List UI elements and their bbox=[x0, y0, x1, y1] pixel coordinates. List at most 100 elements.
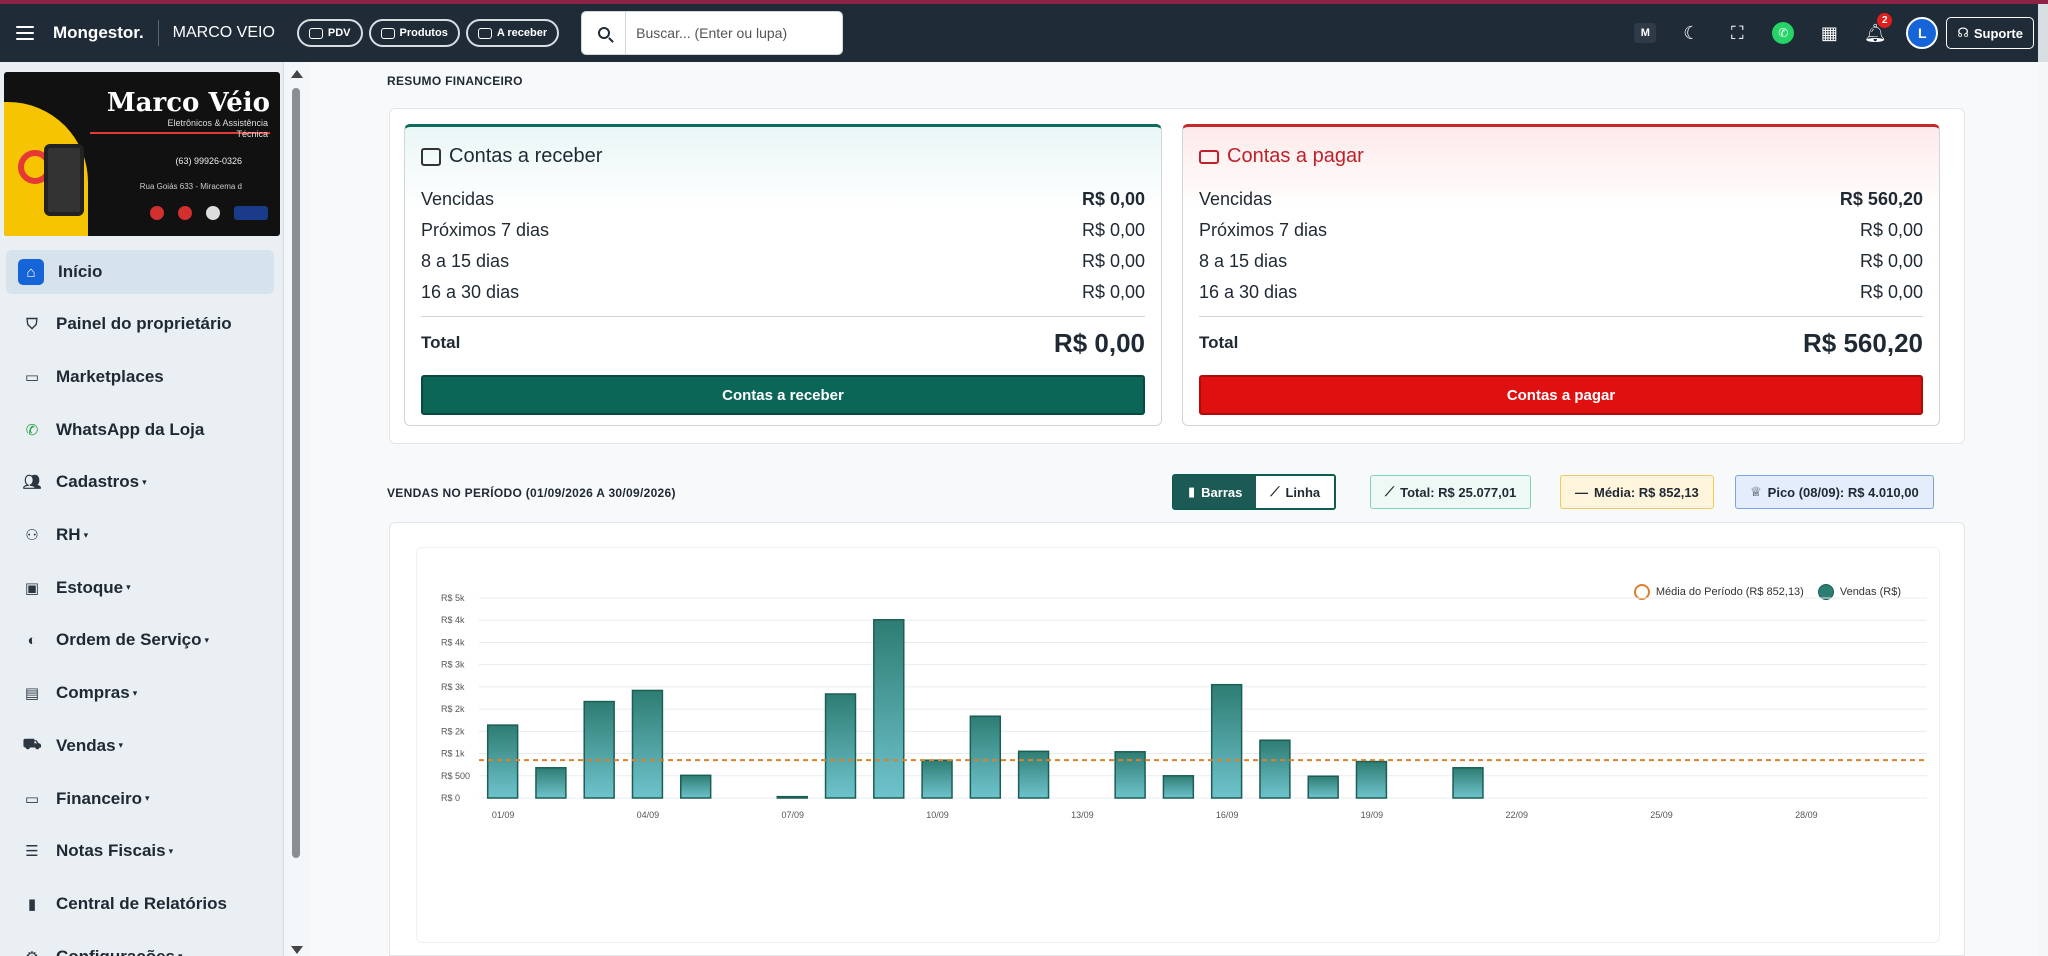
receivable-row-label: 16 a 30 dias bbox=[421, 282, 520, 302]
sidebar-item-label: Início bbox=[58, 262, 103, 281]
logo-subtitle: Eletrônicos & Assistência Técnica bbox=[167, 118, 268, 139]
receivable-total-value: R$ 0,00 bbox=[1053, 327, 1145, 358]
sidebar-item-central-de-relatorios[interactable]: ▮ Central de Relatórios bbox=[0, 878, 283, 931]
sidebar-item-notas-fiscais[interactable]: ☰ Notas Fiscais ▾ bbox=[0, 825, 283, 878]
app-brand[interactable]: Mongestor. bbox=[53, 23, 144, 43]
sales-bar[interactable] bbox=[535, 767, 567, 799]
sales-bar[interactable] bbox=[1114, 751, 1146, 799]
pdv-label: PDV bbox=[327, 27, 351, 39]
sales-bar[interactable] bbox=[969, 715, 1002, 799]
sidebar-item-inicio[interactable]: ⌂ Início bbox=[6, 250, 274, 294]
sidebar-item-vendas[interactable]: ⛟ Vendas ▾ bbox=[0, 720, 283, 773]
scroll-down-arrow-icon[interactable] bbox=[291, 946, 303, 954]
header-divider bbox=[157, 20, 159, 46]
menu-toggle-button[interactable] bbox=[0, 4, 50, 62]
receivable-row-value: R$ 0,00 bbox=[1081, 282, 1145, 302]
sidebar-item-label: Configurações bbox=[56, 947, 175, 956]
calculator-button[interactable]: ▦ bbox=[1806, 13, 1852, 53]
sales-bar[interactable] bbox=[1307, 775, 1339, 799]
sidebar-scrollbar[interactable] bbox=[292, 88, 300, 858]
sidebar-item-painel-do-proprietario[interactable]: ⛉ Painel do proprietário bbox=[0, 298, 283, 351]
service-icon: ◐ bbox=[27, 631, 37, 649]
dropdown-caret-icon: ▾ bbox=[132, 687, 138, 698]
sales-bar[interactable] bbox=[1162, 775, 1195, 799]
dropdown-caret-icon: ▾ bbox=[204, 634, 210, 645]
pdv-shortcut-button[interactable]: PDV bbox=[296, 19, 363, 47]
stat-total-badge: ⟋ Total: R$ 25.077,01 bbox=[1370, 475, 1532, 509]
sales-bar[interactable] bbox=[1259, 739, 1291, 799]
sidebar-item-estoque[interactable]: ▣ Estoque ▾ bbox=[0, 561, 283, 614]
sidebar-item-label: Central de Relatórios bbox=[56, 893, 227, 913]
sales-chart-area: Média do Período (R$ 852,13) Vendas (R$)… bbox=[416, 547, 1940, 943]
receivable-row-value: R$ 0,00 bbox=[1081, 189, 1145, 209]
bars-toggle-button[interactable]: ▮ Barras bbox=[1174, 476, 1257, 508]
money-icon: ▭ bbox=[24, 790, 40, 808]
sales-bar[interactable] bbox=[1017, 750, 1050, 799]
sales-bar[interactable] bbox=[631, 689, 664, 799]
notification-badge: 2 bbox=[1877, 13, 1893, 28]
sales-bar[interactable] bbox=[680, 774, 712, 799]
gear-icon: ⚙ bbox=[22, 947, 42, 956]
sales-bar[interactable] bbox=[873, 619, 905, 799]
dash-icon: — bbox=[1575, 484, 1588, 500]
payable-card: Contas a pagar Vencidas R$ 560,20 Próximo… bbox=[1182, 124, 1940, 426]
stat-total-text: Total: R$ 25.077,01 bbox=[1400, 484, 1517, 500]
sidebar-item-whatsapp-da-loja[interactable]: ✆ WhatsApp da Loja bbox=[0, 403, 283, 456]
sidebar-item-label: Vendas bbox=[56, 735, 116, 755]
payable-button[interactable]: Contas a pagar bbox=[1199, 375, 1923, 415]
theme-toggle-button[interactable]: ☾ bbox=[1668, 13, 1714, 53]
sales-bar[interactable] bbox=[486, 724, 519, 799]
sales-bar[interactable] bbox=[1210, 683, 1243, 799]
produtos-shortcut-button[interactable]: Produtos bbox=[368, 19, 460, 47]
sidebar-item-cadastros[interactable]: 👥︎ Cadastros ▾ bbox=[0, 456, 283, 509]
receivable-divider bbox=[421, 316, 1145, 317]
sidebar-item-configuracoes[interactable]: ⚙ Configurações▾ bbox=[0, 930, 283, 956]
line-toggle-label: Linha bbox=[1285, 484, 1321, 500]
notifications-button[interactable]: 🔔︎ 2 bbox=[1852, 13, 1898, 53]
box-icon: ▣ bbox=[24, 579, 40, 597]
receivable-title: Contas a receber bbox=[449, 145, 603, 167]
sidebar-item-label: Estoque bbox=[56, 577, 124, 597]
sales-bar[interactable] bbox=[776, 795, 808, 799]
whatsapp-button[interactable]: ✆ bbox=[1760, 13, 1806, 53]
dropdown-caret-icon: ▾ bbox=[118, 740, 124, 751]
a-receber-shortcut-button[interactable]: A receber bbox=[465, 19, 560, 47]
sidebar-item-label: Ordem de Serviço bbox=[56, 630, 202, 650]
stat-average-badge: — Média: R$ 852,13 bbox=[1560, 475, 1714, 509]
receivable-button[interactable]: Contas a receber bbox=[421, 375, 1145, 415]
sidebar-item-marketplaces[interactable]: ▭ Marketplaces bbox=[0, 351, 283, 404]
global-search bbox=[581, 11, 844, 55]
moon-icon: ☾ bbox=[1683, 22, 1700, 43]
sales-bar[interactable] bbox=[921, 759, 953, 799]
header-right-edge bbox=[2038, 4, 2048, 62]
sales-bar[interactable] bbox=[824, 693, 857, 799]
search-button[interactable] bbox=[582, 12, 627, 54]
stat-peak-wrap: ♕ Pico (08/09): R$ 4.010,00 bbox=[1735, 475, 1934, 509]
sidebar-item-label: Notas Fiscais bbox=[56, 841, 166, 861]
sales-bar-chart: R$ 0 R$ 500 R$ 1k R$ 2k R$ 2k R$ 3k R$ 3k R$ 4k… bbox=[441, 593, 1927, 820]
sales-bar[interactable] bbox=[1452, 767, 1484, 799]
search-input[interactable] bbox=[626, 12, 843, 54]
scroll-up-arrow-icon[interactable] bbox=[291, 70, 303, 78]
users-icon: 👥︎ bbox=[22, 474, 42, 492]
y-tick-label: R$ 3k bbox=[441, 660, 465, 670]
fullscreen-icon: ⛶ bbox=[1731, 22, 1744, 43]
sidebar-item-ordem-de-servico[interactable]: ◐ Ordem de Serviço ▾ bbox=[0, 614, 283, 667]
user-avatar[interactable]: L bbox=[1906, 17, 1939, 49]
trend-icon: ⟋ bbox=[1385, 484, 1395, 499]
support-button[interactable]: ☊ Suporte bbox=[1946, 17, 2034, 49]
main-content: RESUMO FINANCEIRO Contas a receber Venci… bbox=[310, 62, 2038, 956]
line-toggle-button[interactable]: ⟋ Linha bbox=[1256, 476, 1335, 508]
logo-phone-number: (63) 99926-0326 bbox=[175, 156, 242, 166]
sidebar-item-compras[interactable]: ▤ Compras ▾ bbox=[0, 667, 283, 720]
sales-bar[interactable] bbox=[1355, 760, 1388, 799]
sales-bar[interactable] bbox=[583, 700, 615, 799]
x-tick-label: 01/09 bbox=[492, 810, 515, 820]
payable-row-value: R$ 560,20 bbox=[1839, 189, 1923, 209]
sidebar-item-rh[interactable]: ⚇ RH ▾ bbox=[0, 509, 283, 562]
m-app-button[interactable]: M bbox=[1622, 13, 1668, 53]
fullscreen-button[interactable]: ⛶ bbox=[1714, 13, 1760, 53]
y-tick-label: R$ 4k bbox=[441, 615, 465, 625]
dropdown-caret-icon: ▾ bbox=[168, 845, 174, 856]
sidebar-item-financeiro[interactable]: ▭ Financeiro ▾ bbox=[0, 772, 283, 825]
